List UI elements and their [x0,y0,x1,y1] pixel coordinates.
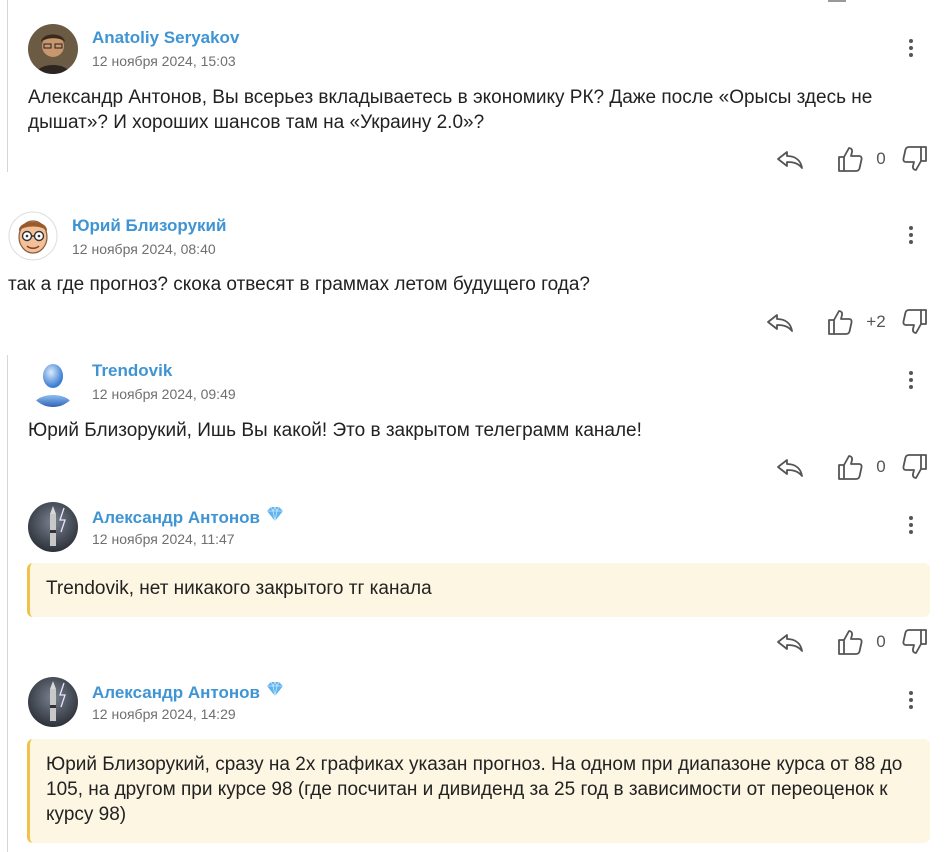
kebab-menu-icon[interactable] [901,687,921,713]
comment-author[interactable]: Anatoliy Seryakov [92,28,239,48]
kebab-menu-icon[interactable] [901,367,921,393]
diamond-badge-icon [266,506,284,522]
avatar[interactable] [28,24,78,74]
comment-text: Trendovik, нет никакого закрытого тг кан… [46,578,432,599]
comment-author[interactable]: Александр Антонов [92,681,284,703]
avatar[interactable] [28,677,78,727]
thumbs-up-icon[interactable] [825,307,855,337]
comment-date: 12 ноября 2024, 15:03 [92,53,236,69]
author-name[interactable]: Александр Антонов [92,683,260,702]
comment-author[interactable]: Юрий Близорукий [72,216,226,236]
thumbs-up-icon[interactable] [835,452,865,482]
comment-actions: +2 [765,307,935,337]
comment-text-highlight: Trendovik, нет никакого закрытого тг кан… [27,563,930,617]
comment-date: 12 ноября 2024, 14:29 [92,706,236,722]
thumbs-up-icon[interactable] [835,144,865,174]
comment-text: Юрий Близорукий, сразу на 2х графиках ук… [46,754,903,825]
comment-author[interactable]: Александр Антонов [92,506,284,528]
thumbs-down-icon[interactable] [900,452,930,482]
thread-line [7,0,8,172]
author-name[interactable]: Александр Антонов [92,508,260,527]
avatar[interactable] [28,357,78,407]
comment-date: 12 ноября 2024, 08:40 [72,241,216,257]
rating-count: 0 [876,149,886,168]
reply-arrow-icon[interactable] [775,627,805,657]
rating-count: 0 [876,457,886,476]
reply-arrow-icon[interactable] [765,307,795,337]
thread-line [7,355,8,852]
kebab-menu-icon[interactable] [901,512,921,538]
comment-text: Александр Антонов, Вы всерьез вкладывает… [28,87,873,133]
kebab-menu-icon[interactable] [901,222,921,248]
comment-text: Юрий Близорукий, Ишь Вы какой! Это в зак… [28,420,642,441]
reply-arrow-icon[interactable] [775,452,805,482]
reply-arrow-icon[interactable] [775,144,805,174]
comment-actions: 0 [775,144,935,174]
thumbs-down-icon[interactable] [900,307,930,337]
kebab-menu-icon[interactable] [901,35,921,61]
diamond-badge-icon [266,681,284,697]
rating-count: +2 [866,312,886,331]
comment-text-highlight: Юрий Близорукий, сразу на 2х графиках ук… [27,739,930,843]
thumbs-down-icon[interactable] [900,144,930,174]
comment-actions: 0 [775,627,935,657]
thumbs-down-icon[interactable] [900,627,930,657]
thumbs-up-icon[interactable] [835,627,865,657]
comment-actions: 0 [775,452,935,482]
avatar[interactable] [28,502,78,552]
rating-count: 0 [876,632,886,651]
comment-text: так а где прогноз? скока отвесят в грамм… [8,274,590,295]
comment-date: 12 ноября 2024, 11:47 [92,531,235,547]
comment-author[interactable]: Trendovik [92,361,172,381]
comment-date: 12 ноября 2024, 09:49 [92,386,236,402]
scroll-edge-indicator [828,0,846,2]
avatar[interactable] [8,211,58,261]
